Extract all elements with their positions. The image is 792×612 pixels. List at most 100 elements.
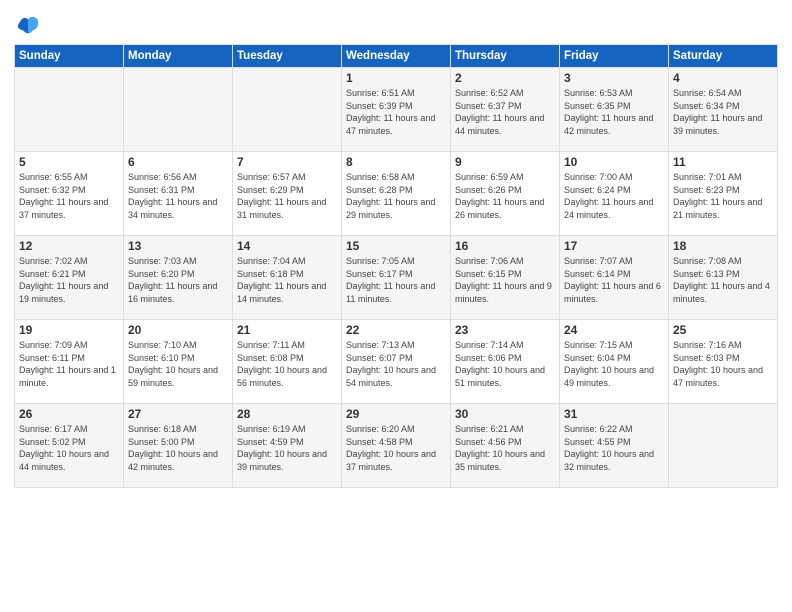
calendar-cell [669, 404, 778, 488]
day-info: Sunrise: 6:51 AM Sunset: 6:39 PM Dayligh… [346, 87, 446, 137]
day-number: 28 [237, 407, 337, 421]
calendar-header-row: SundayMondayTuesdayWednesdayThursdayFrid… [15, 45, 778, 68]
calendar-cell: 17 Sunrise: 7:07 AM Sunset: 6:14 PM Dayli… [560, 236, 669, 320]
calendar-cell: 22 Sunrise: 7:13 AM Sunset: 6:07 PM Dayli… [342, 320, 451, 404]
calendar-cell: 16 Sunrise: 7:06 AM Sunset: 6:15 PM Dayli… [451, 236, 560, 320]
day-number: 18 [673, 239, 773, 253]
day-number: 5 [19, 155, 119, 169]
day-number: 2 [455, 71, 555, 85]
day-number: 31 [564, 407, 664, 421]
day-number: 4 [673, 71, 773, 85]
day-info: Sunrise: 7:05 AM Sunset: 6:17 PM Dayligh… [346, 255, 446, 305]
calendar-cell: 5Sunrise: 6:55 AM Sunset: 6:32 PM Daylig… [15, 152, 124, 236]
day-info: Sunrise: 6:54 AM Sunset: 6:34 PM Dayligh… [673, 87, 773, 137]
calendar-cell: 24Sunrise: 7:15 AM Sunset: 6:04 PM Dayli… [560, 320, 669, 404]
day-info: Sunrise: 7:10 AM Sunset: 6:10 PM Dayligh… [128, 339, 228, 389]
calendar-cell: 14Sunrise: 7:04 AM Sunset: 6:18 PM Dayli… [233, 236, 342, 320]
day-info: Sunrise: 6:56 AM Sunset: 6:31 PM Dayligh… [128, 171, 228, 221]
logo-icon [14, 10, 42, 38]
calendar-table: SundayMondayTuesdayWednesdayThursdayFrid… [14, 44, 778, 488]
day-number: 16 [455, 239, 555, 253]
calendar-week-row: 19 Sunrise: 7:09 AM Sunset: 6:11 PM Dayli… [15, 320, 778, 404]
day-number: 9 [455, 155, 555, 169]
day-info: Sunrise: 7:11 AM Sunset: 6:08 PM Dayligh… [237, 339, 337, 389]
day-info: Sunrise: 7:00 AM Sunset: 6:24 PM Dayligh… [564, 171, 664, 221]
day-number: 15 [346, 239, 446, 253]
calendar-cell: 19 Sunrise: 7:09 AM Sunset: 6:11 PM Dayli… [15, 320, 124, 404]
calendar-cell [233, 68, 342, 152]
day-info: Sunrise: 6:21 AM Sunset: 4:56 PM Dayligh… [455, 423, 555, 473]
day-header-thursday: Thursday [451, 45, 560, 68]
day-number: 17 [564, 239, 664, 253]
day-info: Sunrise: 7:09 AM Sunset: 6:11 PM Dayligh… [19, 339, 119, 389]
calendar-cell: 30 Sunrise: 6:21 AM Sunset: 4:56 PM Dayli… [451, 404, 560, 488]
day-info: Sunrise: 7:02 AM Sunset: 6:21 PM Dayligh… [19, 255, 119, 305]
day-info: Sunrise: 6:17 AM Sunset: 5:02 PM Dayligh… [19, 423, 119, 473]
calendar-cell: 7 Sunrise: 6:57 AM Sunset: 6:29 PM Daylig… [233, 152, 342, 236]
day-number: 24 [564, 323, 664, 337]
day-number: 30 [455, 407, 555, 421]
day-info: Sunrise: 6:52 AM Sunset: 6:37 PM Dayligh… [455, 87, 555, 137]
day-number: 12 [19, 239, 119, 253]
day-info: Sunrise: 7:06 AM Sunset: 6:15 PM Dayligh… [455, 255, 555, 305]
calendar-cell: 18Sunrise: 7:08 AM Sunset: 6:13 PM Dayli… [669, 236, 778, 320]
day-number: 21 [237, 323, 337, 337]
calendar-cell: 31 Sunrise: 6:22 AM Sunset: 4:55 PM Dayli… [560, 404, 669, 488]
day-info: Sunrise: 6:18 AM Sunset: 5:00 PM Dayligh… [128, 423, 228, 473]
day-header-sunday: Sunday [15, 45, 124, 68]
day-number: 20 [128, 323, 228, 337]
calendar-cell: 12 Sunrise: 7:02 AM Sunset: 6:21 PM Dayli… [15, 236, 124, 320]
day-number: 8 [346, 155, 446, 169]
day-number: 25 [673, 323, 773, 337]
logo [14, 10, 46, 38]
calendar-cell: 28 Sunrise: 6:19 AM Sunset: 4:59 PM Dayli… [233, 404, 342, 488]
day-header-tuesday: Tuesday [233, 45, 342, 68]
calendar-cell: 3Sunrise: 6:53 AM Sunset: 6:35 PM Daylig… [560, 68, 669, 152]
day-number: 10 [564, 155, 664, 169]
page-container: SundayMondayTuesdayWednesdayThursdayFrid… [0, 0, 792, 496]
day-number: 29 [346, 407, 446, 421]
day-header-friday: Friday [560, 45, 669, 68]
calendar-cell: 8 Sunrise: 6:58 AM Sunset: 6:28 PM Daylig… [342, 152, 451, 236]
day-info: Sunrise: 7:13 AM Sunset: 6:07 PM Dayligh… [346, 339, 446, 389]
day-info: Sunrise: 6:57 AM Sunset: 6:29 PM Dayligh… [237, 171, 337, 221]
calendar-cell: 29Sunrise: 6:20 AM Sunset: 4:58 PM Dayli… [342, 404, 451, 488]
day-info: Sunrise: 7:01 AM Sunset: 6:23 PM Dayligh… [673, 171, 773, 221]
day-number: 13 [128, 239, 228, 253]
day-info: Sunrise: 7:07 AM Sunset: 6:14 PM Dayligh… [564, 255, 664, 305]
day-number: 19 [19, 323, 119, 337]
calendar-cell: 11 Sunrise: 7:01 AM Sunset: 6:23 PM Dayli… [669, 152, 778, 236]
day-number: 22 [346, 323, 446, 337]
day-header-saturday: Saturday [669, 45, 778, 68]
calendar-cell: 27 Sunrise: 6:18 AM Sunset: 5:00 PM Dayli… [124, 404, 233, 488]
day-number: 14 [237, 239, 337, 253]
calendar-cell: 26 Sunrise: 6:17 AM Sunset: 5:02 PM Dayli… [15, 404, 124, 488]
day-number: 6 [128, 155, 228, 169]
day-number: 26 [19, 407, 119, 421]
calendar-week-row: 12 Sunrise: 7:02 AM Sunset: 6:21 PM Dayli… [15, 236, 778, 320]
day-header-monday: Monday [124, 45, 233, 68]
day-info: Sunrise: 6:19 AM Sunset: 4:59 PM Dayligh… [237, 423, 337, 473]
day-info: Sunrise: 6:53 AM Sunset: 6:35 PM Dayligh… [564, 87, 664, 137]
calendar-cell [124, 68, 233, 152]
calendar-cell: 1Sunrise: 6:51 AM Sunset: 6:39 PM Daylig… [342, 68, 451, 152]
day-header-wednesday: Wednesday [342, 45, 451, 68]
day-info: Sunrise: 6:58 AM Sunset: 6:28 PM Dayligh… [346, 171, 446, 221]
day-number: 11 [673, 155, 773, 169]
calendar-week-row: 1Sunrise: 6:51 AM Sunset: 6:39 PM Daylig… [15, 68, 778, 152]
day-number: 23 [455, 323, 555, 337]
calendar-week-row: 5Sunrise: 6:55 AM Sunset: 6:32 PM Daylig… [15, 152, 778, 236]
header [14, 10, 778, 38]
calendar-cell: 13 Sunrise: 7:03 AM Sunset: 6:20 PM Dayli… [124, 236, 233, 320]
calendar-cell: 20 Sunrise: 7:10 AM Sunset: 6:10 PM Dayli… [124, 320, 233, 404]
calendar-cell: 9 Sunrise: 6:59 AM Sunset: 6:26 PM Daylig… [451, 152, 560, 236]
day-info: Sunrise: 6:22 AM Sunset: 4:55 PM Dayligh… [564, 423, 664, 473]
day-number: 27 [128, 407, 228, 421]
calendar-cell: 10 Sunrise: 7:00 AM Sunset: 6:24 PM Dayli… [560, 152, 669, 236]
day-number: 7 [237, 155, 337, 169]
day-info: Sunrise: 6:59 AM Sunset: 6:26 PM Dayligh… [455, 171, 555, 221]
calendar-cell: 15 Sunrise: 7:05 AM Sunset: 6:17 PM Dayli… [342, 236, 451, 320]
day-info: Sunrise: 7:16 AM Sunset: 6:03 PM Dayligh… [673, 339, 773, 389]
day-info: Sunrise: 7:03 AM Sunset: 6:20 PM Dayligh… [128, 255, 228, 305]
calendar-cell: 21 Sunrise: 7:11 AM Sunset: 6:08 PM Dayli… [233, 320, 342, 404]
